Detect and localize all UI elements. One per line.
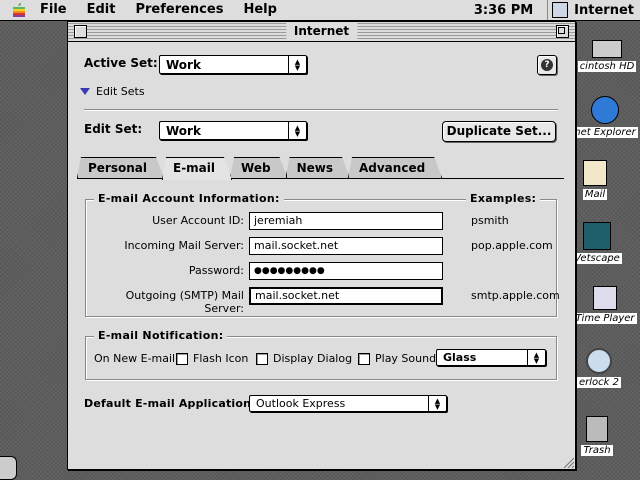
edit-set-label: Edit Set: — [84, 122, 143, 136]
window-title-bar[interactable]: Internet — [68, 22, 575, 42]
incoming-server-label: Incoming Mail Server: — [124, 239, 244, 252]
incoming-server-example: pop.apple.com — [471, 239, 553, 252]
disclosure-triangle-icon — [80, 87, 90, 95]
default-app-popup[interactable]: Outlook Express ▲ ▼ — [249, 395, 447, 412]
application-menu[interactable]: Internet — [547, 0, 634, 20]
tab-bar: Personal E-mail Web News Advanced — [77, 157, 440, 179]
default-app-row: Default E-mail Application: — [84, 397, 256, 410]
checkbox-icon — [358, 352, 370, 365]
desktop-icon-hard-drive[interactable]: cintosh HD — [574, 40, 640, 72]
edit-set-popup[interactable]: Work ▲ ▼ — [159, 121, 307, 140]
display-dialog-checkbox[interactable]: Display Dialog — [256, 352, 352, 365]
menubar-clock[interactable]: 3:36 PM — [474, 3, 533, 18]
control-strip-tab[interactable] — [0, 456, 17, 480]
help-button[interactable]: ? — [537, 55, 557, 75]
tab-email[interactable]: E-mail — [162, 157, 232, 180]
default-app-label: Default E-mail Application: — [84, 397, 256, 410]
email-tab-panel: E-mail Account Information: Examples: Us… — [77, 178, 564, 461]
desktop-icon-label: net Explorer — [572, 127, 638, 138]
tab-news[interactable]: News — [286, 157, 350, 178]
popup-arrows-icon: ▲ ▼ — [428, 396, 446, 411]
tab-personal[interactable]: Personal — [77, 157, 164, 178]
user-account-id-label: User Account ID: — [152, 214, 244, 227]
flash-icon-checkbox[interactable]: Flash Icon — [176, 352, 248, 365]
menu-preferences[interactable]: Preferences — [125, 0, 233, 20]
internet-app-icon — [552, 2, 569, 18]
quicktime-icon — [593, 286, 617, 310]
edit-set-value: Work — [166, 123, 201, 138]
desktop-icon-label: erlock 2 — [577, 377, 621, 388]
account-info-group: E-mail Account Information: Examples: Us… — [85, 192, 560, 317]
menu-bar: File Edit Preferences Help 3:36 PM Inter… — [0, 0, 640, 21]
window-title: Internet — [285, 22, 358, 41]
active-set-label: Active Set: — [84, 56, 158, 70]
desktop-icon-label: Mail — [582, 189, 608, 200]
default-app-value: Outlook Express — [256, 397, 346, 410]
desktop-icon-internet-explorer[interactable]: net Explorer — [572, 96, 638, 138]
separator — [84, 109, 558, 111]
examples-label: Examples: — [466, 192, 541, 205]
user-account-id-field[interactable]: jeremiah — [249, 212, 443, 230]
netscape-icon — [583, 222, 611, 250]
edit-set-row: Edit Set: — [84, 122, 142, 136]
active-set-popup[interactable]: Work ▲ ▼ — [159, 55, 307, 74]
play-sound-checkbox[interactable]: Play Sound: — [358, 352, 440, 365]
user-account-id-example: psmith — [471, 214, 509, 227]
sherlock-icon — [586, 348, 612, 374]
play-sound-label: Play Sound: — [375, 352, 440, 365]
tab-advanced[interactable]: Advanced — [348, 157, 442, 178]
internet-explorer-icon — [591, 96, 619, 124]
popup-arrows-icon: ▲ ▼ — [288, 56, 306, 73]
desktop-icon-label: Trash — [581, 445, 613, 456]
notification-title: E-mail Notification: — [94, 329, 228, 342]
menu-file[interactable]: File — [30, 0, 77, 20]
desktop-icon-label: Time Player — [573, 313, 637, 324]
checkbox-icon — [176, 352, 188, 365]
edit-sets-disclosure[interactable]: Edit Sets — [80, 85, 145, 98]
outgoing-server-example: smtp.apple.com — [471, 289, 560, 302]
edit-sets-label: Edit Sets — [96, 85, 145, 98]
duplicate-set-button[interactable]: Duplicate Set... — [442, 121, 556, 142]
on-new-email-label: On New E-mail: — [94, 352, 179, 365]
password-field[interactable]: ●●●●●●●●● — [249, 262, 443, 280]
trash-icon — [586, 416, 608, 442]
menu-help[interactable]: Help — [233, 0, 286, 20]
password-label: Password: — [188, 264, 244, 277]
desktop-icon-quicktime[interactable]: Time Player — [572, 286, 638, 324]
sound-popup[interactable]: Glass ▲ ▼ — [436, 349, 546, 366]
outgoing-server-field[interactable]: mail.socket.net — [249, 287, 443, 305]
checkbox-icon — [256, 352, 268, 365]
desktop-icon-label: Vetscape — [572, 253, 622, 264]
zoom-box-icon[interactable] — [556, 25, 569, 38]
popup-arrows-icon: ▲ ▼ — [288, 122, 306, 139]
popup-arrows-icon: ▲ ▼ — [527, 350, 545, 365]
flash-icon-label: Flash Icon — [193, 352, 249, 365]
help-icon: ? — [541, 59, 553, 71]
tab-web[interactable]: Web — [230, 157, 288, 178]
display-dialog-label: Display Dialog — [273, 352, 353, 365]
apple-menu-icon[interactable] — [8, 0, 30, 20]
sound-value: Glass — [443, 351, 477, 364]
email-notification-group: E-mail Notification: On New E-mail: Flas… — [85, 329, 557, 380]
desktop-icon-label: cintosh HD — [577, 61, 637, 72]
hard-drive-icon — [592, 40, 622, 58]
close-box-icon[interactable] — [74, 25, 87, 38]
active-app-name: Internet — [574, 2, 634, 18]
mail-icon — [583, 160, 607, 186]
menu-edit[interactable]: Edit — [77, 0, 126, 20]
resize-grip-icon[interactable] — [561, 455, 575, 469]
active-set-row: Active Set: — [84, 56, 158, 70]
internet-window: Internet Active Set: Work ▲ ▼ ? Edit Sets… — [67, 21, 576, 470]
active-set-value: Work — [166, 57, 201, 72]
incoming-server-field[interactable]: mail.socket.net — [249, 237, 443, 255]
account-info-title: E-mail Account Information: — [94, 192, 284, 205]
outgoing-server-label: Outgoing (SMTP) Mail Server: — [125, 289, 244, 315]
